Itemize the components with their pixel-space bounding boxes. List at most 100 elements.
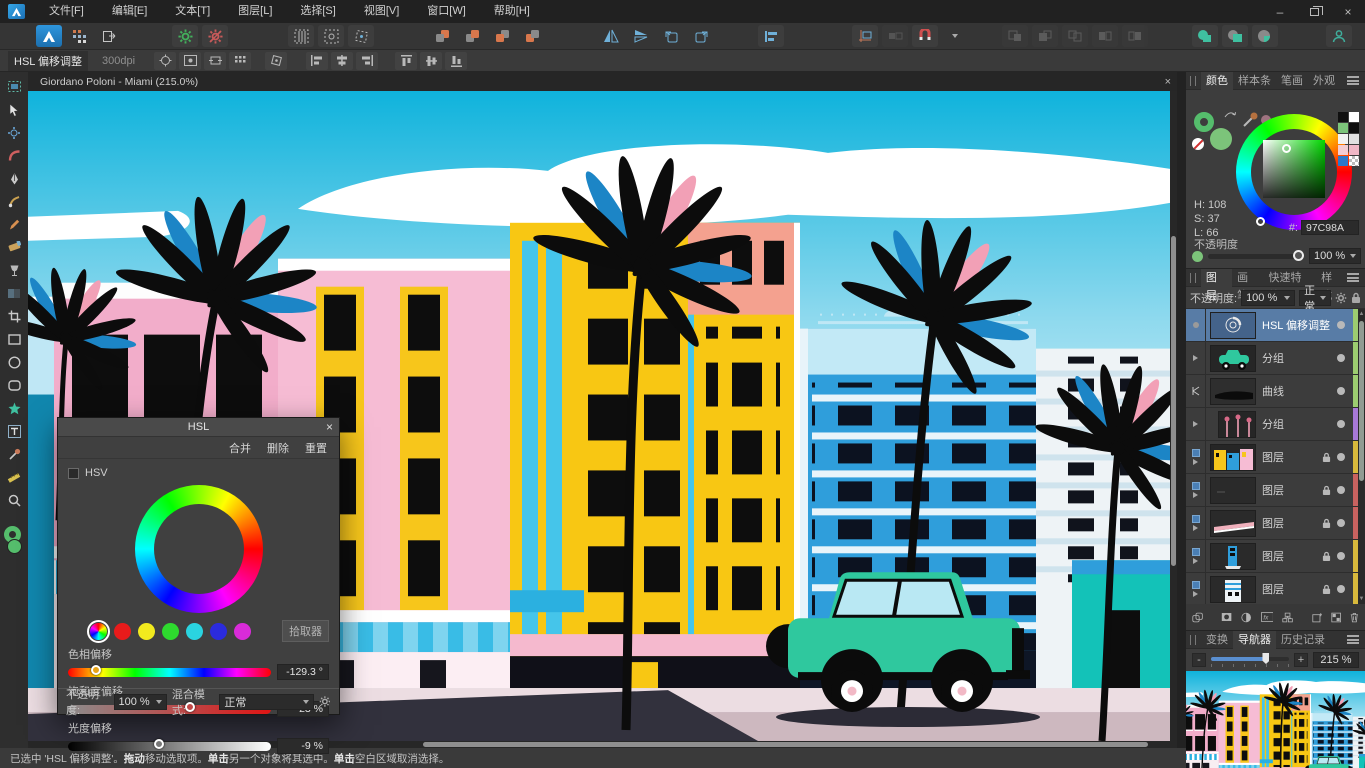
rotate-cw-icon[interactable] <box>688 25 714 47</box>
adjustment-layer-icon[interactable] <box>1241 611 1251 624</box>
layer-row-road[interactable]: 图层 <box>1186 507 1365 540</box>
close-document-icon[interactable]: × <box>1165 76 1171 88</box>
align-middle-icon[interactable] <box>420 52 442 70</box>
hsv-checkbox[interactable] <box>68 468 79 479</box>
layers-opacity-dropdown[interactable]: 100 % <box>1241 290 1295 306</box>
panel-fill-stroke-wells[interactable] <box>1194 112 1238 156</box>
layers-lock-icon[interactable] <box>1351 292 1361 304</box>
node-pencil-tool[interactable] <box>2 190 26 213</box>
snap-magnet-icon[interactable] <box>912 25 938 47</box>
align-right-icon[interactable] <box>356 52 378 70</box>
layer-row-empty[interactable]: 图层 <box>1186 474 1365 507</box>
rounded-rectangle-tool[interactable] <box>2 374 26 397</box>
zoom-in-button[interactable]: + <box>1294 653 1308 667</box>
layer-lock-icon[interactable] <box>1322 551 1331 562</box>
menu-view[interactable]: 视图[V] <box>350 0 413 23</box>
opacity-value-dropdown[interactable]: 100 % <box>1309 248 1361 264</box>
tab-layers[interactable]: 图层 <box>1201 269 1232 287</box>
road-thumbnail[interactable] <box>1210 510 1256 537</box>
dialog-gear-icon[interactable] <box>319 695 331 708</box>
move-tool[interactable] <box>2 98 26 121</box>
menu-help[interactable]: 帮助[H] <box>480 0 544 23</box>
group-car-thumbnail[interactable] <box>1210 345 1256 372</box>
shape-tool[interactable] <box>2 397 26 420</box>
buildings-thumbnail[interactable] <box>1210 444 1256 471</box>
saturation-lightness-box[interactable] <box>1263 140 1325 198</box>
layer-visibility-toggle[interactable] <box>1337 552 1345 560</box>
snap-settings-icon[interactable] <box>852 25 878 47</box>
tab-swatches[interactable]: 样本条 <box>1233 72 1276 90</box>
zoom-value[interactable]: 215 % <box>1313 652 1359 668</box>
insert-before-icon[interactable] <box>1092 25 1118 47</box>
panel-grip[interactable] <box>1190 273 1196 283</box>
swatch-cyan[interactable] <box>186 623 203 640</box>
delete-layer-icon[interactable] <box>1350 611 1359 624</box>
insert-atop-icon[interactable] <box>1032 25 1058 47</box>
layers-blend-dropdown[interactable]: 正常 <box>1299 290 1331 306</box>
hue-wheel[interactable] <box>135 485 263 613</box>
layer-visibility-toggle[interactable] <box>1337 486 1345 494</box>
menu-layer[interactable]: 图层[L] <box>224 0 286 23</box>
cycle-selection-box-icon[interactable] <box>154 52 176 70</box>
swatch-yellow[interactable] <box>138 623 155 640</box>
pixel-grid-icon[interactable] <box>229 52 251 70</box>
hsl-dialog-close-icon[interactable]: × <box>326 420 333 434</box>
layer-lock-icon[interactable] <box>1322 584 1331 595</box>
menu-text[interactable]: 文本[T] <box>161 0 224 23</box>
layer-row-group-palms[interactable]: 分组 <box>1186 408 1365 441</box>
minimize-button[interactable]: – <box>1263 0 1297 23</box>
disabled-gear-icon[interactable] <box>202 25 228 47</box>
swap-colors-icon[interactable] <box>1224 110 1236 120</box>
link-layers-icon[interactable] <box>1192 611 1203 624</box>
recent-swatch-strip[interactable] <box>1338 112 1359 166</box>
swatch-green[interactable] <box>162 623 179 640</box>
panel-menu-icon[interactable] <box>1347 76 1359 85</box>
tab-color[interactable]: 颜色 <box>1201 72 1233 90</box>
enable-transform-icon[interactable] <box>265 52 287 70</box>
fill-stroke-wells[interactable] <box>2 526 26 560</box>
layer-visibility-toggle[interactable] <box>1337 453 1345 461</box>
fill-swatch[interactable] <box>1210 128 1232 150</box>
flip-vertical-icon[interactable] <box>628 25 654 47</box>
transparency-tool[interactable] <box>2 282 26 305</box>
merge-button[interactable]: 合并 <box>229 440 251 456</box>
panel-menu-icon[interactable] <box>1347 635 1359 644</box>
align-bottom-icon[interactable] <box>445 52 467 70</box>
layer-lock-icon[interactable] <box>1322 452 1331 463</box>
blue-building-thumbnail[interactable] <box>1210 543 1256 570</box>
no-color-icon[interactable] <box>1192 138 1204 150</box>
vector-brush-tool[interactable] <box>2 236 26 259</box>
tab-history[interactable]: 历史记录 <box>1276 631 1330 649</box>
snap-mid-icon[interactable] <box>318 25 344 47</box>
point-transform-tool[interactable] <box>2 121 26 144</box>
bool-intersect-icon[interactable] <box>1252 25 1278 47</box>
tab-appearance[interactable]: 外观 <box>1308 72 1340 90</box>
menu-edit[interactable]: 编辑[E] <box>98 0 161 23</box>
hue-shift-slider[interactable] <box>68 668 271 677</box>
hsl-dialog[interactable]: HSL × 合并 删除 重置 HSV 拾取器 色相偏移 <box>57 417 340 715</box>
swatch-magenta[interactable] <box>234 623 251 640</box>
snap-pixels-icon[interactable] <box>882 25 908 47</box>
rotate-ccw-icon[interactable] <box>658 25 684 47</box>
layer-visibility-toggle[interactable] <box>1337 420 1345 428</box>
snap-grid-icon[interactable] <box>288 25 314 47</box>
swatch-blue[interactable] <box>210 623 227 640</box>
performance-gear-icon[interactable] <box>172 25 198 47</box>
ellipse-tool[interactable] <box>2 351 26 374</box>
artboard-tool[interactable] <box>2 75 26 98</box>
insert-behind-icon[interactable] <box>1062 25 1088 47</box>
insert-inside-icon[interactable] <box>1002 25 1028 47</box>
swatch-red[interactable] <box>114 623 131 640</box>
white-building-thumbnail[interactable] <box>1210 576 1256 603</box>
preview-mode-icon[interactable] <box>179 52 201 70</box>
crop-tool[interactable] <box>2 305 26 328</box>
canvas-vertical-scrollbar[interactable] <box>1170 91 1177 741</box>
luminosity-shift-slider[interactable] <box>68 742 271 751</box>
zoom-slider[interactable] <box>1211 653 1289 667</box>
layer-visibility-toggle[interactable] <box>1337 321 1345 329</box>
layer-row-curves[interactable]: 曲线 <box>1186 375 1365 408</box>
align-left-icon[interactable] <box>306 52 328 70</box>
hex-input[interactable]: 97C98A <box>1301 220 1359 235</box>
transform-origin-icon[interactable] <box>204 52 226 70</box>
panel-grip[interactable] <box>1190 76 1196 86</box>
